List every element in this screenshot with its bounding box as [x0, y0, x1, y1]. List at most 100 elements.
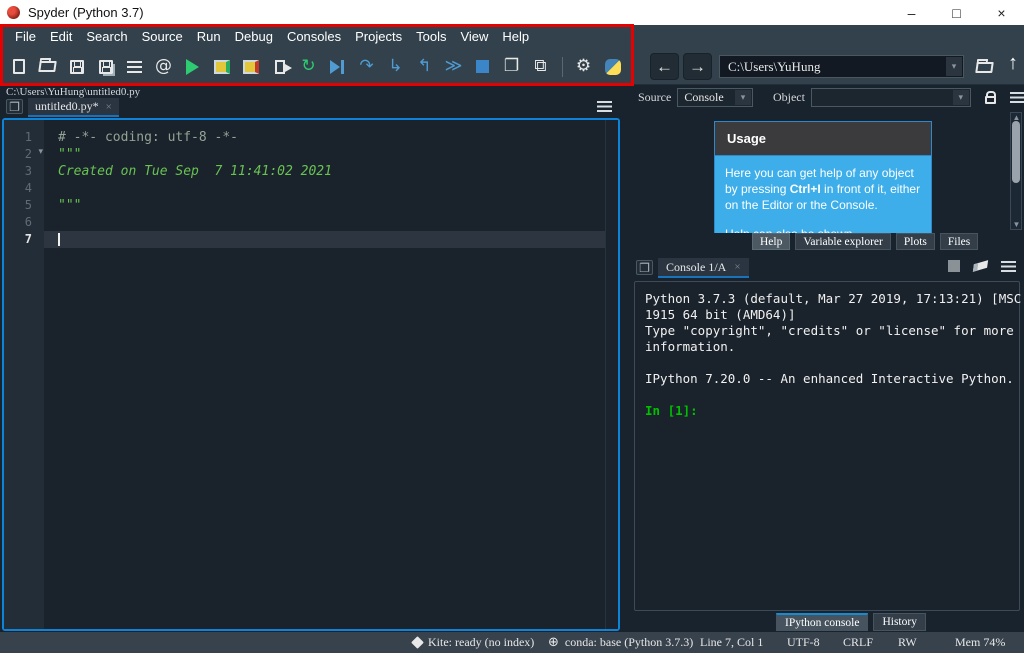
fullscreen-button[interactable]: ⧉: [526, 52, 555, 82]
code-line: """: [58, 147, 82, 162]
run-cell-advance-button[interactable]: [236, 52, 265, 82]
spyder-window: Spyder (Python 3.7) – □ × File Edit Search…: [0, 0, 1024, 653]
code-editor[interactable]: ▾ 1234567 # -*- coding: utf-8 -*- """ Crea…: [2, 118, 620, 631]
object-label: Object: [772, 89, 805, 104]
lock-icon[interactable]: [984, 91, 996, 104]
editor-tab-bar: ❐ untitled0.py* ×: [2, 98, 622, 117]
stop-debug-icon: [476, 60, 489, 73]
run-cell-icon: [213, 59, 230, 74]
encoding: UTF-8: [787, 632, 820, 653]
chevron-down-icon[interactable]: ▾: [734, 89, 751, 105]
menu-item-file[interactable]: File: [8, 27, 43, 46]
scroll-down-icon[interactable]: ▼: [1012, 220, 1021, 229]
console-options-menu-icon[interactable]: [1001, 260, 1016, 272]
step-into-button[interactable]: ↳: [381, 52, 410, 82]
console-prompt: In [1]:: [645, 403, 698, 418]
menu-item-run[interactable]: Run: [190, 27, 228, 46]
usage-title: Usage: [715, 122, 931, 156]
minimize-button[interactable]: –: [889, 0, 934, 25]
menu-bar: File Edit Search Source Run Debug Consoles Proj…: [0, 25, 1024, 48]
save-button[interactable]: [62, 52, 91, 82]
file-switcher-button[interactable]: [120, 52, 149, 82]
run-cell-button[interactable]: [207, 52, 236, 82]
browse-directory-button[interactable]: [971, 56, 997, 78]
tab-variable-explorer[interactable]: Variable explorer: [795, 233, 891, 250]
close-tab-icon[interactable]: ×: [734, 261, 740, 273]
editor-scrollbar[interactable]: [605, 120, 618, 629]
chevron-down-icon[interactable]: ▾: [952, 89, 969, 105]
parent-directory-button[interactable]: ↑: [1000, 52, 1024, 74]
working-directory-combobox[interactable]: C:\Users\YuHung ▾: [719, 55, 964, 78]
tab-history[interactable]: History: [873, 613, 926, 631]
working-directory-path: C:\Users\YuHung: [728, 58, 821, 74]
find-symbols-button[interactable]: @: [149, 52, 178, 82]
file-switcher-icon: [127, 60, 142, 73]
run-current-line-button[interactable]: ↷: [352, 52, 381, 82]
menu-item-view[interactable]: View: [453, 27, 495, 46]
editor-tab[interactable]: untitled0.py* ×: [28, 98, 119, 117]
menu-item-debug[interactable]: Debug: [228, 27, 280, 46]
conda-status[interactable]: ⊕ conda: base (Python 3.7.3): [548, 632, 693, 653]
ipython-console[interactable]: Python 3.7.3 (default, Mar 27 2019, 17:1…: [634, 281, 1021, 611]
preferences-button[interactable]: ⚙: [569, 52, 598, 82]
help-options-menu-icon[interactable]: [1009, 91, 1024, 103]
back-button[interactable]: ←: [650, 53, 679, 80]
maximize-pane-button[interactable]: ❐: [497, 52, 526, 82]
code-fold-icon[interactable]: ▾: [38, 146, 43, 157]
editor-tab-label: untitled0.py*: [35, 99, 99, 113]
step-into-icon: ↳: [388, 56, 403, 76]
open-file-button[interactable]: [33, 52, 62, 82]
code-line: # -*- coding: utf-8 -*-: [58, 130, 239, 145]
line-number: 4: [24, 181, 32, 195]
rerun-last-button[interactable]: ↻: [294, 52, 323, 82]
source-label: Source: [638, 89, 672, 104]
help-source-combobox[interactable]: Console ▾: [677, 87, 753, 107]
usage-card: Usage Here you can get help of any objec…: [714, 121, 932, 233]
python-environment-button[interactable]: [598, 52, 627, 82]
forward-button[interactable]: →: [683, 53, 712, 80]
run-file-button[interactable]: [178, 52, 207, 82]
editor-options-menu-icon[interactable]: [597, 101, 612, 112]
console-tab[interactable]: Console 1/A ×: [658, 258, 749, 278]
run-selection-button[interactable]: [265, 52, 294, 82]
step-return-button[interactable]: ↰: [410, 52, 439, 82]
code-area[interactable]: # -*- coding: utf-8 -*- """ Created on Tue…: [44, 120, 605, 629]
editor-file-path: C:\Users\YuHung\untitled0.py: [6, 86, 141, 98]
scrollbar-thumb[interactable]: [1012, 121, 1020, 183]
line-number: 1: [24, 130, 32, 144]
menu-item-consoles[interactable]: Consoles: [280, 27, 348, 46]
save-icon: [69, 59, 84, 74]
tab-ipython-console[interactable]: IPython console: [776, 613, 869, 631]
maximize-button[interactable]: □: [934, 0, 979, 25]
menu-item-source[interactable]: Source: [135, 27, 190, 46]
menu-item-projects[interactable]: Projects: [348, 27, 409, 46]
text-cursor: [58, 233, 60, 246]
save-all-button[interactable]: [91, 52, 120, 82]
menu-item-edit[interactable]: Edit: [43, 27, 79, 46]
tab-files[interactable]: Files: [939, 233, 979, 250]
help-object-combobox[interactable]: ▾: [810, 87, 971, 107]
help-scrollbar[interactable]: ▲ ▼: [1010, 112, 1022, 230]
tab-plots[interactable]: Plots: [895, 233, 935, 250]
chevron-down-icon[interactable]: ▾: [946, 57, 962, 76]
close-button[interactable]: ×: [979, 0, 1024, 25]
menu-item-search[interactable]: Search: [79, 27, 134, 46]
new-file-button[interactable]: [4, 52, 33, 82]
kite-status[interactable]: Kite: ready (no index): [411, 632, 534, 653]
remove-variables-icon[interactable]: [972, 260, 989, 272]
help-pane-header: Source Console ▾ Object ▾: [628, 85, 1024, 109]
browse-console-tabs-button[interactable]: ❐: [636, 260, 653, 275]
code-line: """: [58, 198, 82, 213]
continue-execution-button[interactable]: ≫: [439, 52, 468, 82]
tab-help[interactable]: Help: [752, 233, 791, 250]
stop-debug-button[interactable]: [468, 52, 497, 82]
close-tab-icon[interactable]: ×: [106, 101, 112, 113]
debug-file-button[interactable]: [323, 52, 352, 82]
editor-pane: C:\Users\YuHung\untitled0.py ❐ untitled0…: [2, 85, 622, 632]
browse-tabs-button[interactable]: ❐: [6, 99, 23, 114]
kite-icon: [411, 636, 424, 649]
menu-item-tools[interactable]: Tools: [409, 27, 453, 46]
interrupt-kernel-icon[interactable]: [948, 260, 960, 272]
menu-item-help[interactable]: Help: [495, 27, 536, 46]
